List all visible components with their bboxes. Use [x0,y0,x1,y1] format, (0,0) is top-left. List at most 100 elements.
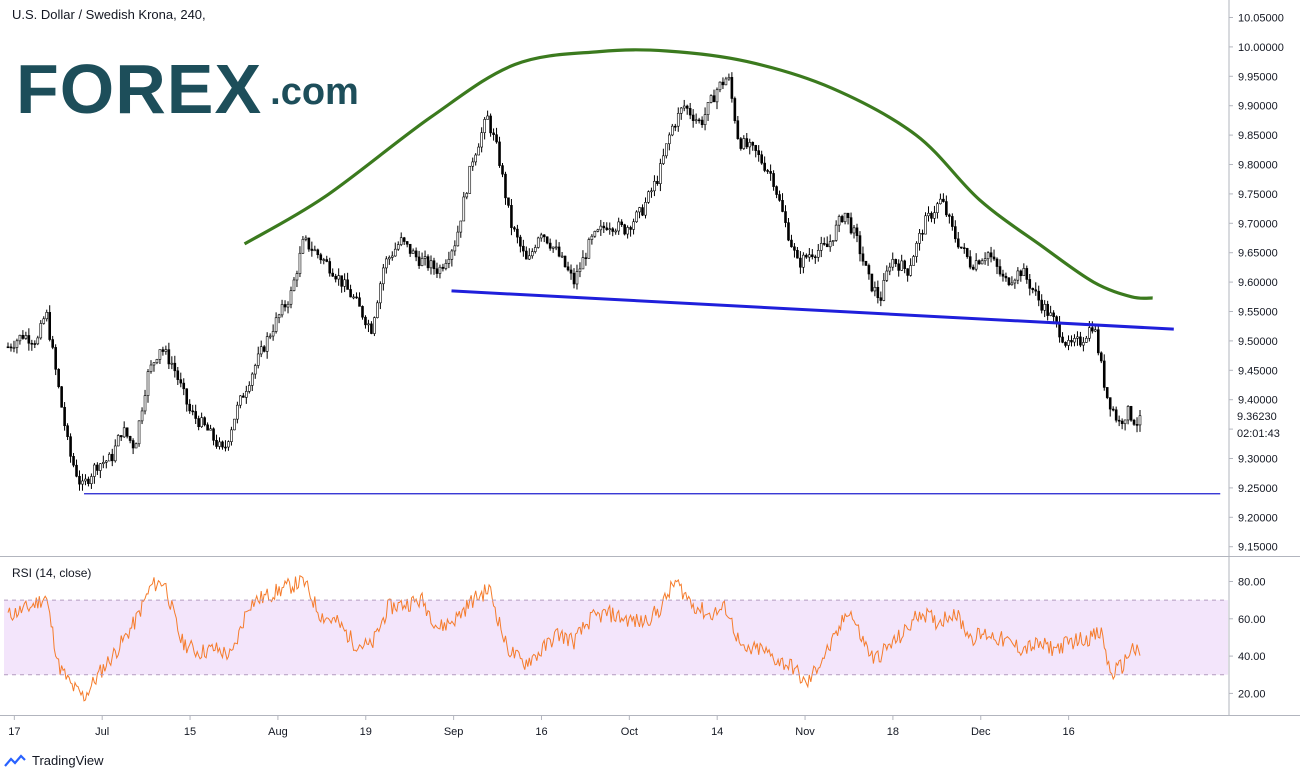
candle-body [1016,270,1020,281]
tradingview-branding[interactable]: TradingView [4,753,104,768]
candle-body [709,95,713,103]
candle-body [870,273,874,292]
candle-body [584,257,588,259]
candle-body [882,280,886,301]
candle-body [915,242,918,257]
candle-body [1007,277,1011,286]
candle-body [331,272,335,277]
candle-body [775,186,778,195]
candle-body [730,77,734,99]
candle-body [57,368,60,387]
rsi-axis[interactable]: 80.00 60.00 40.00 20.00 [1229,577,1266,701]
rsi-tick-label: 20.00 [1238,688,1266,700]
candle-body [903,260,906,269]
time-tick-label: 15 [184,726,196,738]
candle-body [575,271,579,285]
candle-body [900,260,903,271]
candle-body [36,337,40,345]
rsi-band [4,600,1228,675]
price-tick-label: 9.70000 [1238,218,1278,230]
candle-body [1046,303,1049,316]
candle-body [954,226,957,240]
candle-body [310,248,314,251]
candle-body [200,417,203,427]
time-tick-label: 18 [887,726,899,738]
price-tick-label: 9.25000 [1238,483,1278,495]
candle-body [644,202,647,216]
candle-body [322,259,326,261]
candle-body [828,241,832,248]
candle-body [1043,303,1046,311]
candle-body [822,243,826,245]
candle-body [1105,387,1109,398]
candle-body [295,273,299,281]
candle-body [489,115,492,134]
candle-body [337,275,340,280]
candle-body [215,440,218,447]
price-axis[interactable]: 10.05000 10.00000 9.95000 9.90000 9.85000 9.8… [1229,13,1284,554]
candle-body [802,254,805,268]
candle-body [1088,327,1091,339]
candle-body [522,245,525,252]
candle-body [170,362,174,365]
candle-body [891,259,895,268]
candle-body [1031,288,1035,291]
candle-body [965,248,969,257]
candle-body [253,365,257,375]
candle-body [632,221,635,230]
candle-body [793,246,796,251]
candle-body [54,347,57,370]
candle-body [933,212,936,219]
candle-body [233,418,236,431]
candle-body [840,216,844,223]
candle-body [143,395,147,412]
candle-body [224,446,227,449]
candle-body [1076,336,1079,339]
candle-body [465,193,469,198]
candle-body [715,89,719,103]
candle-body [596,229,600,232]
candle-body [81,480,84,485]
candle-body [635,211,638,223]
candle-body [888,266,892,272]
price-tick-label: 9.80000 [1238,160,1278,172]
candle-body [477,146,480,156]
candle-body [197,418,200,427]
candle-body [155,359,159,364]
candle-body [75,464,78,477]
candle-body [948,214,951,217]
candle-body [846,212,850,218]
candle-body [712,95,716,103]
price-tick-label: 9.65000 [1238,248,1278,260]
candle-body [402,237,406,242]
candle-body [945,201,948,216]
candle-body [834,224,838,241]
candle-body [438,266,442,274]
candle-body [962,247,966,249]
candle-body [268,335,272,338]
candle-body [42,318,46,324]
neckline-trendline [451,289,1174,331]
candle-body [724,78,728,86]
candle-body [653,181,656,192]
time-tick-label: 17 [8,726,20,738]
candle-body [236,404,239,420]
candle-body [876,286,880,299]
candle-body [352,296,355,299]
candle-body [754,145,758,151]
candle-body [912,256,915,266]
candle-body [274,317,278,332]
candle-body [563,255,567,268]
candle-body [554,246,558,249]
candle-body [864,260,868,266]
candle-body [611,228,615,232]
forex-logo: FOREX .com [16,54,359,124]
candle-body [242,395,245,398]
candle-body [599,225,603,231]
time-tick-label: Jul [95,726,109,738]
time-axis[interactable]: 17 Jul 15 Aug 19 Sep 16 Oct 14 Nov 18 Dec 16 [8,716,1075,738]
candle-body [843,212,847,223]
candle-body [650,190,653,193]
candle-body [396,244,400,250]
candle-body [495,134,498,143]
